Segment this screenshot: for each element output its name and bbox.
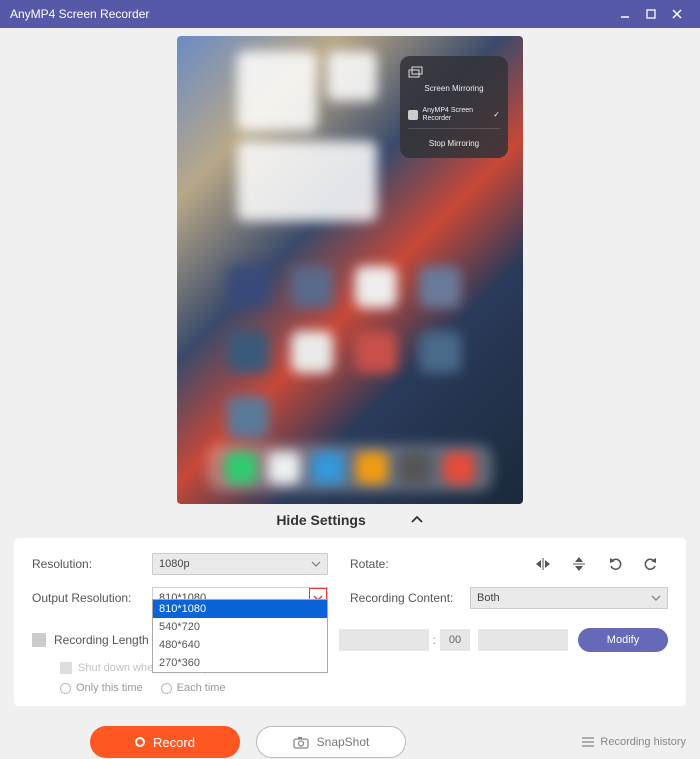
- settings-panel: Resolution: 1080p Rotate: Output Resolut…: [14, 538, 686, 706]
- recording-history-link[interactable]: Recording history: [581, 736, 686, 748]
- stop-mirroring-button[interactable]: Stop Mirroring: [408, 129, 500, 148]
- recording-content-select[interactable]: Both: [470, 587, 668, 609]
- check-icon: ✓: [493, 110, 500, 119]
- rotate-left-icon[interactable]: [606, 555, 624, 573]
- only-this-time-radio[interactable]: [60, 683, 71, 694]
- mirror-icon: [408, 66, 500, 80]
- each-time-radio[interactable]: [161, 683, 172, 694]
- shutdown-checkbox[interactable]: [60, 662, 72, 674]
- device-preview: Screen Mirroring AnyMP4 Screen Recorder …: [177, 36, 523, 504]
- list-icon: [581, 736, 595, 748]
- record-button[interactable]: Record: [90, 726, 240, 758]
- output-resolution-label: Output Resolution:: [32, 591, 152, 605]
- hide-settings-toggle[interactable]: Hide Settings: [0, 512, 700, 528]
- titlebar: AnyMP4 Screen Recorder: [0, 0, 700, 28]
- time-hours-input[interactable]: [339, 629, 429, 651]
- record-icon: [135, 737, 145, 747]
- dropdown-option[interactable]: 270*360: [153, 654, 327, 672]
- each-time-label: Each time: [177, 682, 226, 694]
- monitor-icon: [408, 110, 418, 120]
- modify-button[interactable]: Modify: [578, 628, 668, 652]
- only-this-label: Only this time: [76, 682, 143, 694]
- mirror-panel: Screen Mirroring AnyMP4 Screen Recorder …: [400, 56, 508, 158]
- resolution-label: Resolution:: [32, 557, 152, 571]
- mirror-device-item[interactable]: AnyMP4 Screen Recorder ✓: [408, 101, 500, 129]
- flip-horizontal-icon[interactable]: [534, 555, 552, 573]
- flip-vertical-icon[interactable]: [570, 555, 588, 573]
- recording-content-value: Both: [477, 592, 500, 604]
- close-button[interactable]: [664, 0, 690, 28]
- minimize-button[interactable]: [612, 0, 638, 28]
- recording-content-label: Recording Content:: [350, 591, 470, 605]
- record-label: Record: [153, 735, 195, 750]
- hide-settings-label: Hide Settings: [276, 512, 365, 528]
- recording-length-checkbox[interactable]: [32, 633, 46, 647]
- chevron-up-icon: [410, 515, 424, 525]
- output-resolution-dropdown[interactable]: 810*1080 540*720 480*640 270*360: [152, 599, 328, 673]
- maximize-button[interactable]: [638, 0, 664, 28]
- recording-length-label: Recording Length: [54, 633, 149, 647]
- dropdown-option[interactable]: 480*640: [153, 636, 327, 654]
- chevron-down-icon: [311, 560, 321, 568]
- rotate-label: Rotate:: [350, 557, 470, 571]
- resolution-select[interactable]: 1080p: [152, 553, 328, 575]
- snapshot-label: SnapShot: [317, 735, 370, 749]
- dropdown-option[interactable]: 810*1080: [153, 600, 327, 618]
- app-title: AnyMP4 Screen Recorder: [10, 7, 612, 21]
- time-seconds-input[interactable]: 00: [440, 629, 470, 651]
- rotate-right-icon[interactable]: [642, 555, 660, 573]
- chevron-down-icon: [651, 594, 661, 602]
- mirror-title: Screen Mirroring: [408, 84, 500, 93]
- bottom-bar: Record SnapShot Recording history: [0, 726, 700, 758]
- mirror-device-label: AnyMP4 Screen Recorder: [422, 107, 493, 122]
- history-label: Recording history: [600, 736, 686, 748]
- camera-icon: [293, 736, 309, 749]
- snapshot-button[interactable]: SnapShot: [256, 726, 406, 758]
- dropdown-option[interactable]: 540*720: [153, 618, 327, 636]
- resolution-value: 1080p: [159, 558, 190, 570]
- time-extra-input[interactable]: [478, 629, 568, 651]
